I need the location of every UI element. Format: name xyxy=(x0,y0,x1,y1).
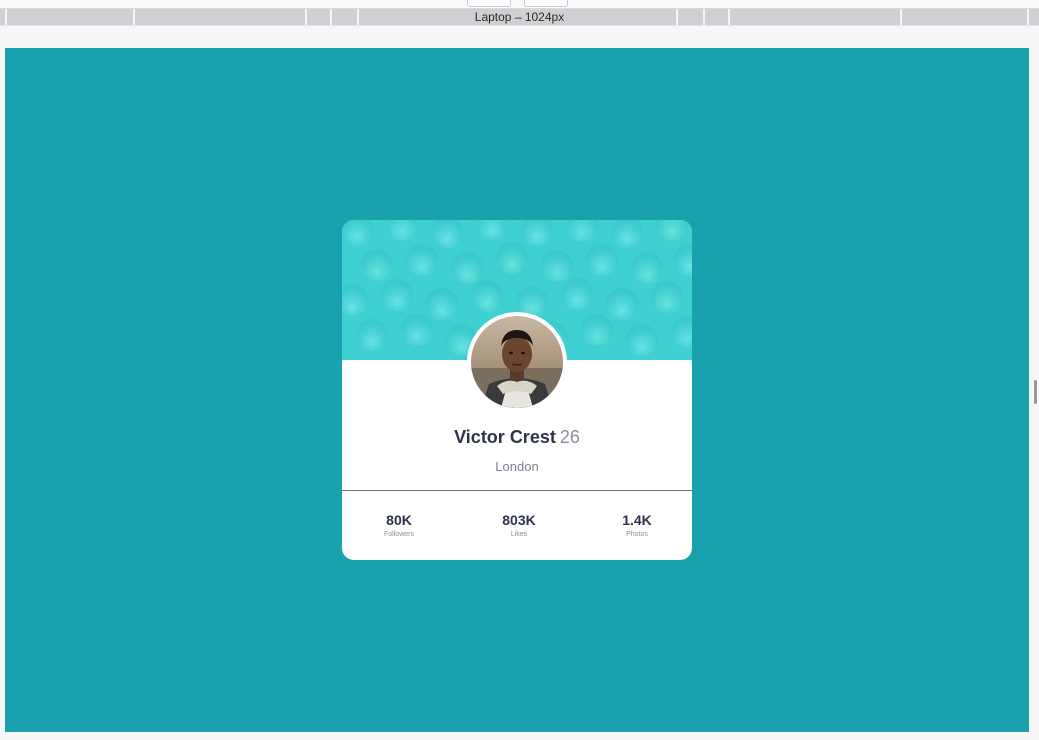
stat-label: Likes xyxy=(510,531,528,538)
divider xyxy=(342,490,692,491)
profile-card: Victor Crest 26 London 80K Followers 803K… xyxy=(342,220,692,560)
stat-value: 1.4K xyxy=(622,512,652,528)
media-query-ruler[interactable]: Laptop – 1024px xyxy=(0,9,1039,26)
resize-handle[interactable] xyxy=(1034,380,1037,404)
stat-label: Followers xyxy=(384,531,414,538)
avatar-photo-icon xyxy=(471,316,563,408)
stat-label: Photos xyxy=(626,531,648,538)
stat-value: 80K xyxy=(386,512,412,528)
name-row: Victor Crest 26 xyxy=(342,426,692,448)
page-viewport: Victor Crest 26 London 80K Followers 803K… xyxy=(5,48,1029,732)
devtools-top-bar xyxy=(0,0,1039,9)
stat-followers: 80K Followers xyxy=(349,512,449,540)
profile-location: London xyxy=(495,459,539,474)
width-input[interactable] xyxy=(467,0,511,7)
stat-photos: 1.4K Photos xyxy=(587,512,687,540)
height-input[interactable] xyxy=(524,0,568,7)
profile-name: Victor Crest xyxy=(454,427,556,447)
ruler-label: Laptop – 1024px xyxy=(474,10,565,24)
profile-age: 26 xyxy=(559,427,580,447)
stat-likes: 803K Likes xyxy=(469,512,569,540)
avatar xyxy=(467,312,567,412)
stat-value: 803K xyxy=(502,512,536,528)
